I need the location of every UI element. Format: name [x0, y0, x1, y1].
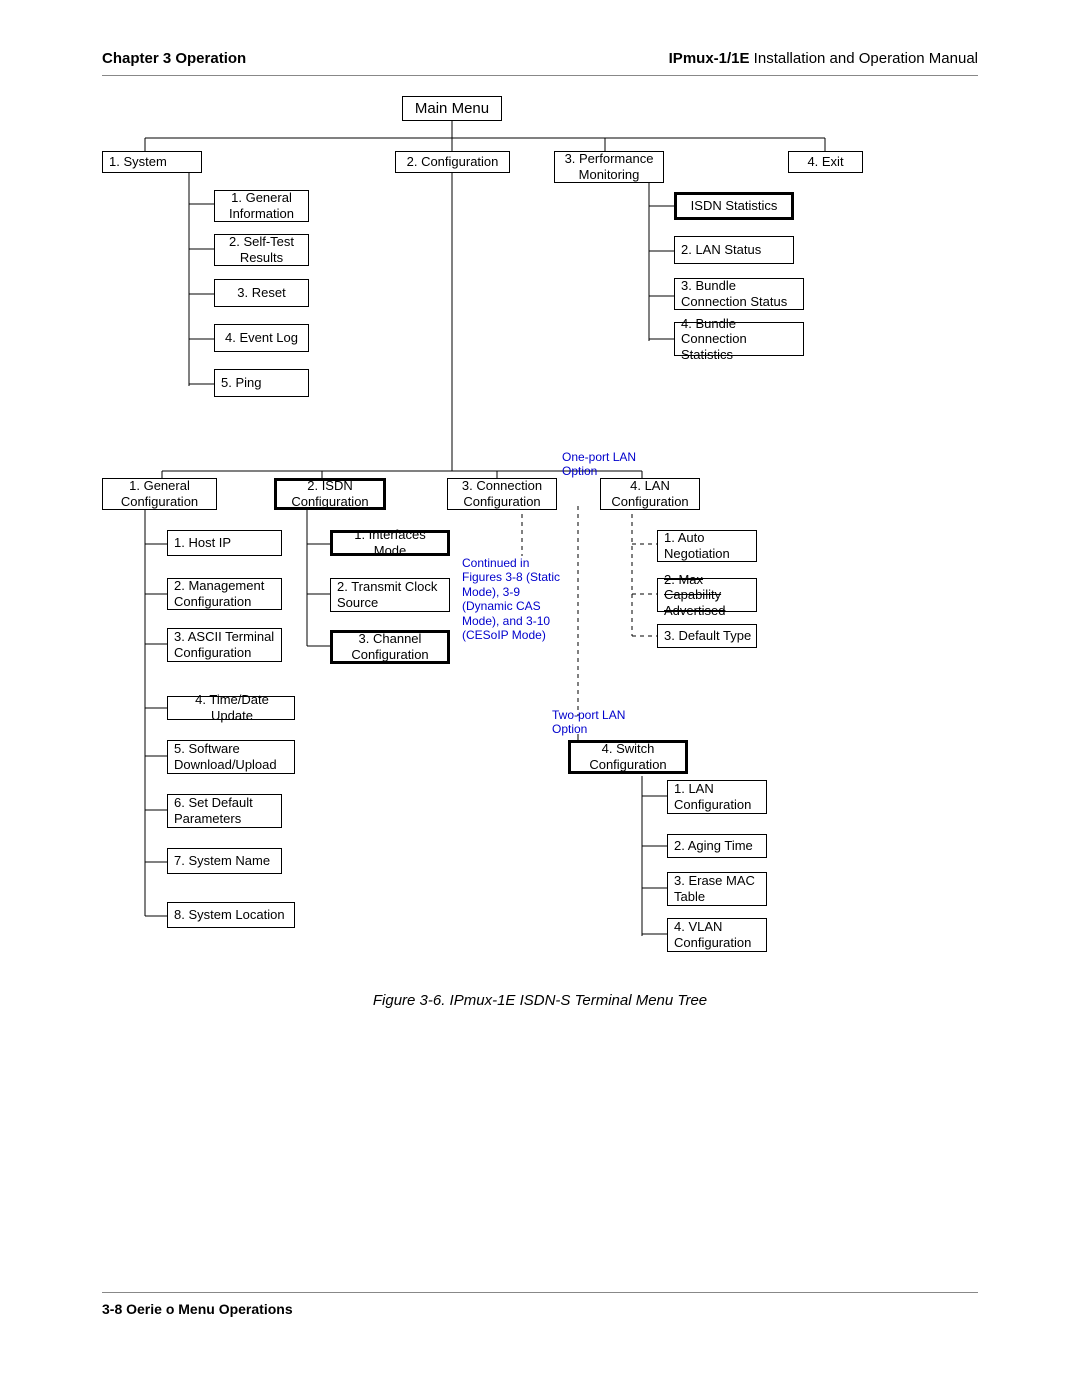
node-max-cap-text: 2. Max Capability Advertised — [664, 572, 752, 619]
label-two-port: Two-port LAN Option — [552, 708, 632, 737]
menu-tree-diagram: Main Menu 1. System 2. Configuration 3. … — [102, 96, 978, 986]
node-channel-config: 3. Channel Configuration — [330, 630, 450, 664]
node-vlan-config: 4. VLAN Configuration — [667, 918, 767, 952]
label-one-port: One-port LAN Option — [562, 450, 642, 479]
page-footer: 3-8 Oerie o Menu Operations — [102, 1292, 978, 1317]
figure-caption: Figure 3-6. IPmux-1E ISDN-S Terminal Men… — [102, 992, 978, 1009]
node-switch-lan: 1. LAN Configuration — [667, 780, 767, 814]
node-bundle-conn-stats: 4. Bundle Connection Statistics — [674, 322, 804, 356]
node-configuration: 2. Configuration — [395, 151, 510, 173]
node-system-name: 7. System Name — [167, 848, 282, 874]
node-max-cap: 2. Max Capability Advertised — [657, 578, 757, 612]
node-ascii-terminal: 3. ASCII Terminal Configuration — [167, 628, 282, 662]
node-exit: 4. Exit — [788, 151, 863, 173]
node-switch-config: 4. Switch Configuration — [568, 740, 688, 774]
node-general-config: 1. General Configuration — [102, 478, 217, 510]
node-reset: 3. Reset — [214, 279, 309, 307]
node-system-location: 8. System Location — [167, 902, 295, 928]
node-lan-status: 2. LAN Status — [674, 236, 794, 264]
node-software-dl: 5. Software Download/Upload — [167, 740, 295, 774]
node-set-default: 6. Set Default Parameters — [167, 794, 282, 828]
node-bundle-conn-status: 3. Bundle Connection Status — [674, 278, 804, 310]
node-host-ip: 1. Host IP — [167, 530, 282, 556]
node-self-test: 2. Self-Test Results — [214, 234, 309, 266]
node-default-type: 3. Default Type — [657, 624, 757, 648]
node-mgmt-config: 2. Management Configuration — [167, 578, 282, 610]
page: Chapter 3 Operation IPmux-1/1E Installat… — [102, 50, 978, 1347]
header-right-thin: Installation and Operation Manual — [750, 50, 978, 67]
node-main-menu: Main Menu — [402, 96, 502, 121]
header-right: IPmux-1/1E Installation and Operation Ma… — [669, 50, 978, 67]
node-isdn-config: 2. ISDN Configuration — [274, 478, 386, 510]
node-ping: 5. Ping — [214, 369, 309, 397]
node-connection-config: 3. Connection Configuration — [447, 478, 557, 510]
node-interfaces-mode: 1. Interfaces Mode — [330, 530, 450, 556]
node-auto-neg: 1. Auto Negotiation — [657, 530, 757, 562]
node-system: 1. System — [102, 151, 202, 173]
node-isdn-statistics: ISDN Statistics — [674, 192, 794, 220]
node-event-log: 4. Event Log — [214, 324, 309, 352]
node-transmit-clock: 2. Transmit Clock Source — [330, 578, 450, 612]
node-erase-mac: 3. Erase MAC Table — [667, 872, 767, 906]
node-aging-time: 2. Aging Time — [667, 834, 767, 858]
header-left: Chapter 3 Operation — [102, 50, 246, 67]
node-performance: 3. Performance Monitoring — [554, 151, 664, 183]
node-lan-config: 4. LAN Configuration — [600, 478, 700, 510]
page-header: Chapter 3 Operation IPmux-1/1E Installat… — [102, 50, 978, 76]
node-general-info: 1. General Information — [214, 190, 309, 222]
node-time-date: 4. Time/Date Update — [167, 696, 295, 720]
label-continued: Continued in Figures 3-8 (Static Mode), … — [462, 556, 572, 642]
header-right-bold: IPmux-1/1E — [669, 50, 750, 67]
node-max-cap-strike: 2. Max Capability Advertised — [664, 572, 725, 618]
